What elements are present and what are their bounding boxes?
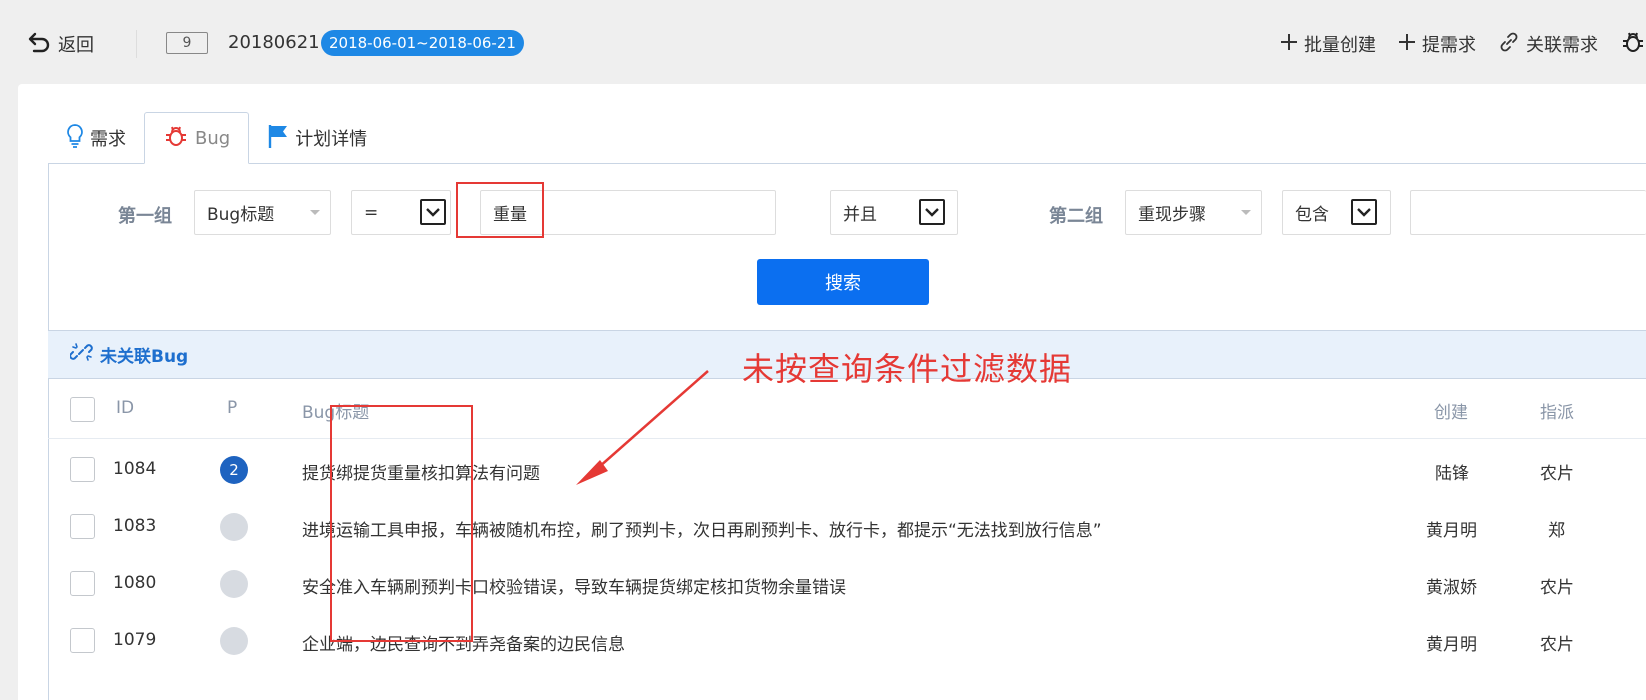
annotation-text: 未按查询条件过滤数据 (742, 350, 1073, 388)
tab-plan-details[interactable]: 计划详情 (249, 112, 385, 164)
search-button[interactable]: 搜索 (757, 259, 929, 305)
group2-label: 第二组 (1049, 206, 1103, 227)
row-creator: 黄月明 (1426, 521, 1477, 541)
flag-icon (267, 123, 289, 154)
plan-name: 20180621 (228, 32, 320, 53)
unlink-icon (69, 341, 94, 368)
group2-operator-value: 包含 (1295, 205, 1329, 225)
tab-bar: 需求 Bug 计划详情 (48, 112, 385, 164)
plus-icon (1398, 33, 1416, 56)
priority-badge (220, 627, 248, 655)
chevron-down-icon (919, 199, 945, 225)
row-id: 1079 (113, 630, 157, 650)
row-id: 1084 (113, 459, 157, 479)
annotation-highlight-box (330, 405, 473, 642)
bug-action-button[interactable] (1620, 29, 1646, 60)
group1-field-select[interactable]: Bug标题 (194, 190, 331, 235)
link-requirement-button[interactable]: 关联需求 (1498, 31, 1598, 58)
tab-plan-details-label: 计划详情 (295, 129, 368, 150)
tab-requirements[interactable]: 需求 (48, 112, 144, 164)
batch-create-label: 批量创建 (1304, 35, 1376, 56)
column-header-creator: 创建 (1434, 403, 1468, 423)
raise-requirement-button[interactable]: 提需求 (1398, 31, 1476, 57)
batch-create-button[interactable]: 批量创建 (1280, 31, 1376, 57)
header-divider (48, 438, 1646, 439)
section-title: 未关联Bug (100, 347, 189, 367)
priority-badge (220, 513, 248, 541)
group1-label: 第一组 (118, 206, 172, 227)
group2-operator-select[interactable]: 包含 (1282, 190, 1391, 235)
bug-icon (163, 123, 189, 154)
row-id: 1080 (113, 573, 157, 593)
back-button[interactable]: 返回 (28, 30, 94, 58)
select-all-checkbox[interactable] (70, 397, 95, 422)
priority-badge: 2 (220, 456, 248, 484)
chevron-down-icon (1241, 210, 1251, 215)
conjunction-select[interactable]: 并且 (830, 190, 958, 235)
group2-field-select[interactable]: 重现步骤 (1125, 190, 1262, 235)
link-icon (1498, 31, 1520, 58)
column-header-id: ID (116, 398, 135, 418)
conjunction-value: 并且 (843, 205, 877, 225)
chevron-down-icon (1351, 199, 1377, 225)
plan-number: 9 (166, 32, 208, 54)
date-range-badge: 2018-06-01~2018-06-21 (321, 30, 524, 56)
row-assignee: 农片 (1540, 578, 1574, 598)
bug-icon (1620, 29, 1646, 60)
tab-bug[interactable]: Bug (144, 112, 250, 164)
top-actions: 批量创建 提需求 关联需求 (1280, 30, 1646, 58)
back-label: 返回 (58, 35, 94, 56)
lightbulb-icon (66, 123, 84, 154)
plus-icon (1280, 33, 1298, 56)
back-arrow-icon (28, 31, 52, 58)
row-creator: 黄月明 (1426, 635, 1477, 655)
row-assignee: 农片 (1540, 635, 1574, 655)
row-checkbox[interactable] (70, 571, 95, 596)
row-assignee: 农片 (1540, 464, 1574, 484)
group2-value-input[interactable] (1410, 190, 1646, 235)
chevron-down-icon (420, 199, 446, 225)
divider (136, 30, 137, 58)
row-checkbox[interactable] (70, 457, 95, 482)
annotation-arrow-icon (576, 370, 709, 485)
raise-requirement-label: 提需求 (1422, 35, 1476, 56)
row-checkbox[interactable] (70, 514, 95, 539)
tab-requirements-label: 需求 (90, 129, 126, 150)
tab-panel (48, 163, 1646, 700)
group1-operator-select[interactable]: = (351, 190, 451, 235)
chevron-down-icon (310, 210, 320, 215)
group1-field-value: Bug标题 (207, 205, 275, 225)
tab-bug-label: Bug (195, 127, 231, 149)
row-id: 1083 (113, 516, 157, 536)
link-requirement-label: 关联需求 (1526, 35, 1598, 56)
annotation-highlight-box (456, 182, 544, 238)
group1-operator-value: = (364, 202, 379, 223)
row-creator: 陆锋 (1435, 464, 1469, 484)
column-header-assignee: 指派 (1540, 403, 1574, 423)
row-checkbox[interactable] (70, 628, 95, 653)
group2-field-value: 重现步骤 (1138, 205, 1206, 225)
row-creator: 黄淑娇 (1426, 578, 1477, 598)
column-header-priority: P (227, 398, 238, 418)
row-assignee: 郑 (1548, 521, 1565, 541)
priority-badge (220, 570, 248, 598)
